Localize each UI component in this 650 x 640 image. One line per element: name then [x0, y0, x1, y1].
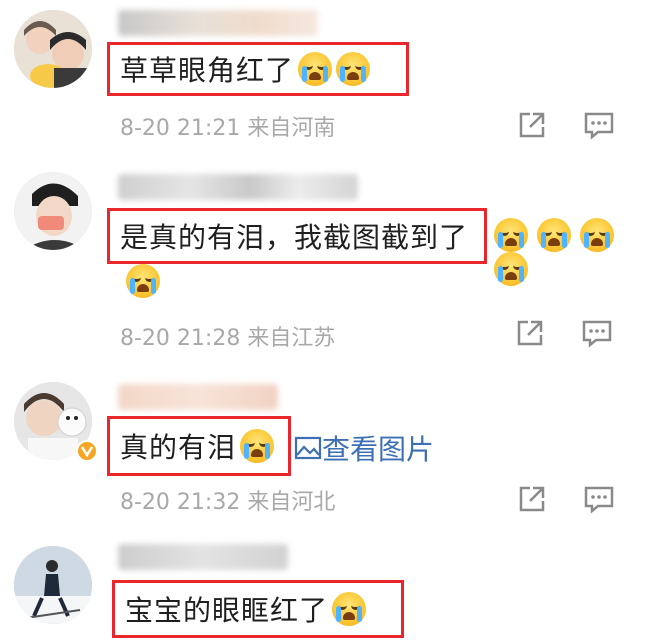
crying-emoji-icon — [580, 218, 615, 252]
view-picture-label: 查看图片 — [322, 433, 435, 466]
emoji-row-overflow — [122, 264, 160, 298]
comment-text: 真的有泪 — [120, 431, 237, 464]
share-icon[interactable] — [513, 316, 547, 350]
crying-emoji-icon — [126, 264, 160, 298]
avatar[interactable] — [14, 546, 92, 624]
comment-icon[interactable] — [582, 108, 616, 142]
crying-emoji-icon — [332, 592, 367, 626]
comment-icon[interactable] — [582, 482, 616, 516]
crying-emoji-icon — [494, 252, 528, 286]
comment-location: 来自河南 — [247, 116, 336, 141]
comment-text: 是真的有泪，我截图截到了 — [120, 221, 469, 254]
highlighted-comment-text: 草草眼角红了 — [107, 42, 409, 96]
avatar[interactable] — [14, 10, 92, 88]
highlighted-comment-text: 宝宝的眼眶红了 — [112, 580, 404, 638]
comment-meta: 8-20 21:28 来自江苏 — [120, 320, 335, 352]
emoji-row — [490, 218, 650, 286]
share-icon[interactable] — [515, 482, 549, 516]
picture-icon — [294, 436, 322, 460]
comment-icon[interactable] — [580, 316, 614, 350]
comment-item: 宝宝的眼眶红了 — [0, 530, 650, 640]
comment-time: 8-20 21:28 — [120, 326, 241, 351]
crying-emoji-icon — [494, 218, 528, 252]
crying-emoji-icon — [240, 429, 275, 463]
comment-text: 宝宝的眼眶红了 — [125, 594, 329, 627]
share-icon[interactable] — [515, 108, 549, 142]
blurred-username — [118, 544, 288, 570]
crying-emoji-icon — [537, 218, 572, 252]
comment-text: 草草眼角红了 — [120, 54, 295, 87]
avatar[interactable] — [14, 172, 92, 250]
blurred-username — [118, 10, 318, 36]
blurred-username — [118, 174, 358, 200]
crying-emoji-icon — [336, 52, 371, 86]
comment-item: 草草眼角红了 8-20 21:21 来自河南 — [0, 0, 650, 160]
highlighted-comment-text: 是真的有泪，我截图截到了 — [107, 208, 487, 264]
comment-meta: 8-20 21:32 来自河北 — [120, 484, 335, 516]
verified-badge-icon — [76, 440, 98, 462]
comment-meta: 8-20 21:21 来自河南 — [120, 110, 335, 142]
comment-item: 是真的有泪，我截图截到了 8-20 21:28 来自江苏 — [0, 160, 650, 370]
highlighted-comment-text: 真的有泪 — [107, 416, 291, 476]
comment-time: 8-20 21:21 — [120, 116, 241, 141]
comment-item: 真的有泪 查看图片 8-20 21:32 来自河北 — [0, 370, 650, 530]
crying-emoji-icon — [298, 52, 333, 86]
view-picture-link[interactable]: 查看图片 — [294, 428, 434, 468]
comment-location: 来自河北 — [247, 490, 336, 515]
comment-location: 来自江苏 — [247, 326, 336, 351]
comment-time: 8-20 21:32 — [120, 490, 241, 515]
blurred-username — [118, 384, 278, 410]
